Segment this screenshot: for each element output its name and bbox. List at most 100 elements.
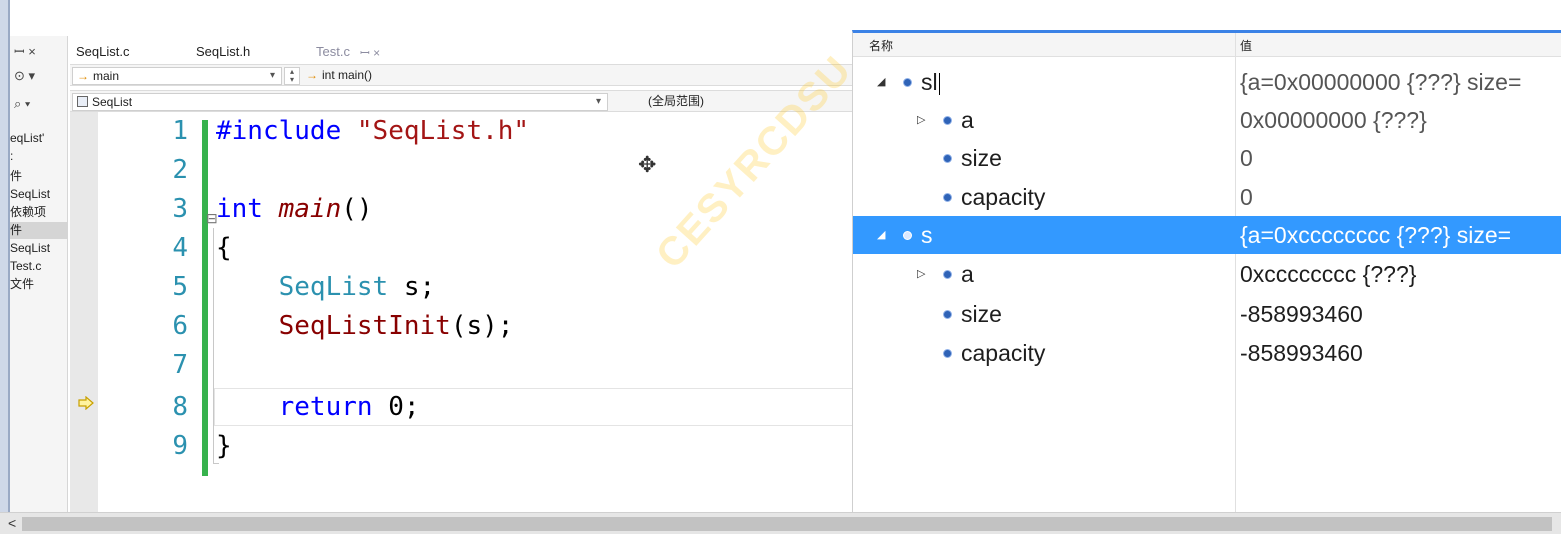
line-number: 3 [172, 194, 188, 224]
column-header-name[interactable]: 名称 [869, 37, 893, 54]
variable-icon [943, 193, 952, 202]
code-line-8: return 0; [216, 392, 420, 422]
code-line-5: SeqList s; [216, 272, 436, 302]
arguments: (s); [450, 311, 514, 341]
solution-explorer-item[interactable]: Test.c [10, 258, 68, 275]
watch-row[interactable]: capacity 0 [853, 178, 1561, 216]
watch-name[interactable]: capacity [961, 334, 1045, 372]
line-number: 4 [172, 233, 188, 263]
keyword: int [216, 194, 263, 224]
watch-row[interactable]: size 0 [853, 139, 1561, 177]
scope-dropdown-left[interactable]: → main ▾ [72, 67, 282, 85]
text-caret [938, 72, 940, 95]
scroll-left-icon[interactable]: < [8, 515, 16, 531]
solution-explorer-item[interactable]: SeqList [10, 186, 68, 203]
collapse-icon[interactable]: ◢ [877, 63, 885, 101]
watch-value[interactable]: {a=0xcccccccc {???} size= [1240, 216, 1561, 254]
code-line-4: { [216, 233, 232, 263]
solution-explorer-search-button[interactable]: ⌕ ▾ [14, 96, 30, 112]
code-line-9: } [216, 431, 232, 461]
watch-row[interactable]: capacity -858993460 [853, 334, 1561, 372]
global-scope-label: (全局范围) [648, 94, 704, 108]
solution-explorer-item[interactable]: 件 [10, 168, 68, 185]
variable-icon [943, 349, 952, 358]
tab-seqlist-h[interactable]: SeqList.h [196, 44, 250, 59]
punctuation: () [341, 194, 373, 224]
watch-value[interactable]: -858993460 [1240, 334, 1561, 372]
type-name: SeqList [278, 272, 389, 302]
include-string: "SeqList.h" [356, 116, 530, 146]
watch-value[interactable]: {a=0x00000000 {???} size= [1240, 63, 1561, 101]
code-line-6: SeqListInit(s); [216, 311, 514, 341]
tab-seqlist-c[interactable]: SeqList.c [76, 44, 129, 59]
project-dropdown[interactable]: SeqList ▾ [72, 93, 608, 111]
tab-test-c[interactable]: Test.c [316, 44, 350, 59]
watch-value[interactable]: -858993460 [1240, 295, 1561, 333]
collapse-icon[interactable]: ◢ [877, 216, 885, 254]
watch-window: 名称 值 ◢ sl {a=0x00000000 {???} size= ▷ a 0x000… [852, 30, 1561, 512]
scope-dropdown-right[interactable]: → int main() [302, 67, 852, 85]
keyword: return [278, 392, 373, 422]
function-name: main [278, 194, 342, 224]
variable-icon [943, 116, 952, 125]
navigation-bar-scope: → main ▾ ▴ ▾ → int main() [70, 64, 852, 86]
expand-icon[interactable]: ▷ [917, 255, 925, 293]
outline-guide-end [213, 463, 219, 464]
scope-spinner[interactable]: ▴ ▾ [284, 67, 300, 85]
identifier: s; [388, 272, 436, 302]
watch-name[interactable]: size [961, 295, 1002, 333]
watch-name[interactable]: s [921, 216, 933, 254]
tab-pin-close-icon[interactable]: ꟷ × [360, 44, 380, 61]
watch-name[interactable]: sl [921, 63, 940, 101]
solution-explorer-item[interactable]: 件 [10, 222, 68, 239]
watch-name[interactable]: size [961, 139, 1002, 177]
navigation-bar-project: SeqList ▾ (全局范围) [70, 90, 852, 112]
column-header-value[interactable]: 值 [1240, 37, 1252, 54]
solution-explorer-pin-close[interactable]: ꟷ × [14, 42, 36, 60]
solution-explorer-item[interactable]: SeqList [10, 240, 68, 257]
line-number: 2 [172, 155, 188, 185]
line-number: 7 [172, 350, 188, 380]
chevron-down-icon: ▾ [595, 96, 601, 107]
watch-value[interactable]: 0xcccccccc {???} [1240, 255, 1561, 293]
solution-explorer-item[interactable]: : [10, 148, 68, 165]
variable-icon [943, 270, 952, 279]
horizontal-scrollbar[interactable]: < [0, 512, 1561, 534]
variable-icon [903, 231, 912, 240]
change-tracking-bar [202, 120, 208, 476]
solution-explorer-item[interactable]: eqList' [10, 130, 68, 147]
watch-value[interactable]: 0x00000000 {???} [1240, 101, 1561, 139]
watch-header: 名称 值 [853, 33, 1561, 57]
line-number: 8 [172, 392, 188, 422]
indicator-margin [70, 112, 98, 512]
watch-value[interactable]: 0 [1240, 139, 1561, 177]
arrow-icon: → [77, 69, 89, 83]
watch-row[interactable]: size -858993460 [853, 295, 1561, 333]
watch-value[interactable]: 0 [1240, 178, 1561, 216]
watch-row[interactable]: ▷ a 0xcccccccc {???} [853, 255, 1561, 293]
code-line-1: #include "SeqList.h" [216, 116, 529, 146]
document-tab-bar: SeqList.c SeqList.h Test.c ꟷ × [70, 36, 852, 64]
watch-name[interactable]: a [961, 255, 974, 293]
project-icon [77, 96, 88, 107]
solution-explorer-sync-button[interactable]: ⊙ ▾ [14, 68, 35, 84]
instruction-pointer-icon [78, 396, 94, 410]
expand-icon[interactable]: ▷ [917, 101, 925, 139]
watch-name[interactable]: capacity [961, 178, 1045, 216]
watch-row[interactable]: ▷ a 0x00000000 {???} [853, 101, 1561, 139]
watch-name[interactable]: a [961, 101, 974, 139]
solution-explorer-item[interactable]: 依赖项 [10, 204, 68, 221]
outline-guide [213, 228, 214, 464]
solution-explorer-item[interactable]: 文件 [10, 276, 68, 293]
function-call: SeqListInit [278, 311, 451, 341]
return-value: 0; [372, 392, 420, 422]
watch-row[interactable]: ◢ s {a=0xcccccccc {???} size= [853, 216, 1561, 254]
line-number: 1 [172, 116, 188, 146]
window-left-edge [0, 0, 8, 512]
arrow-icon: → [306, 68, 318, 82]
chevron-down-icon: ▾ [269, 70, 275, 81]
variable-icon [943, 154, 952, 163]
watch-row[interactable]: ◢ sl {a=0x00000000 {???} size= [853, 63, 1561, 101]
scrollbar-thumb[interactable] [22, 517, 1552, 531]
line-number: 6 [172, 311, 188, 341]
